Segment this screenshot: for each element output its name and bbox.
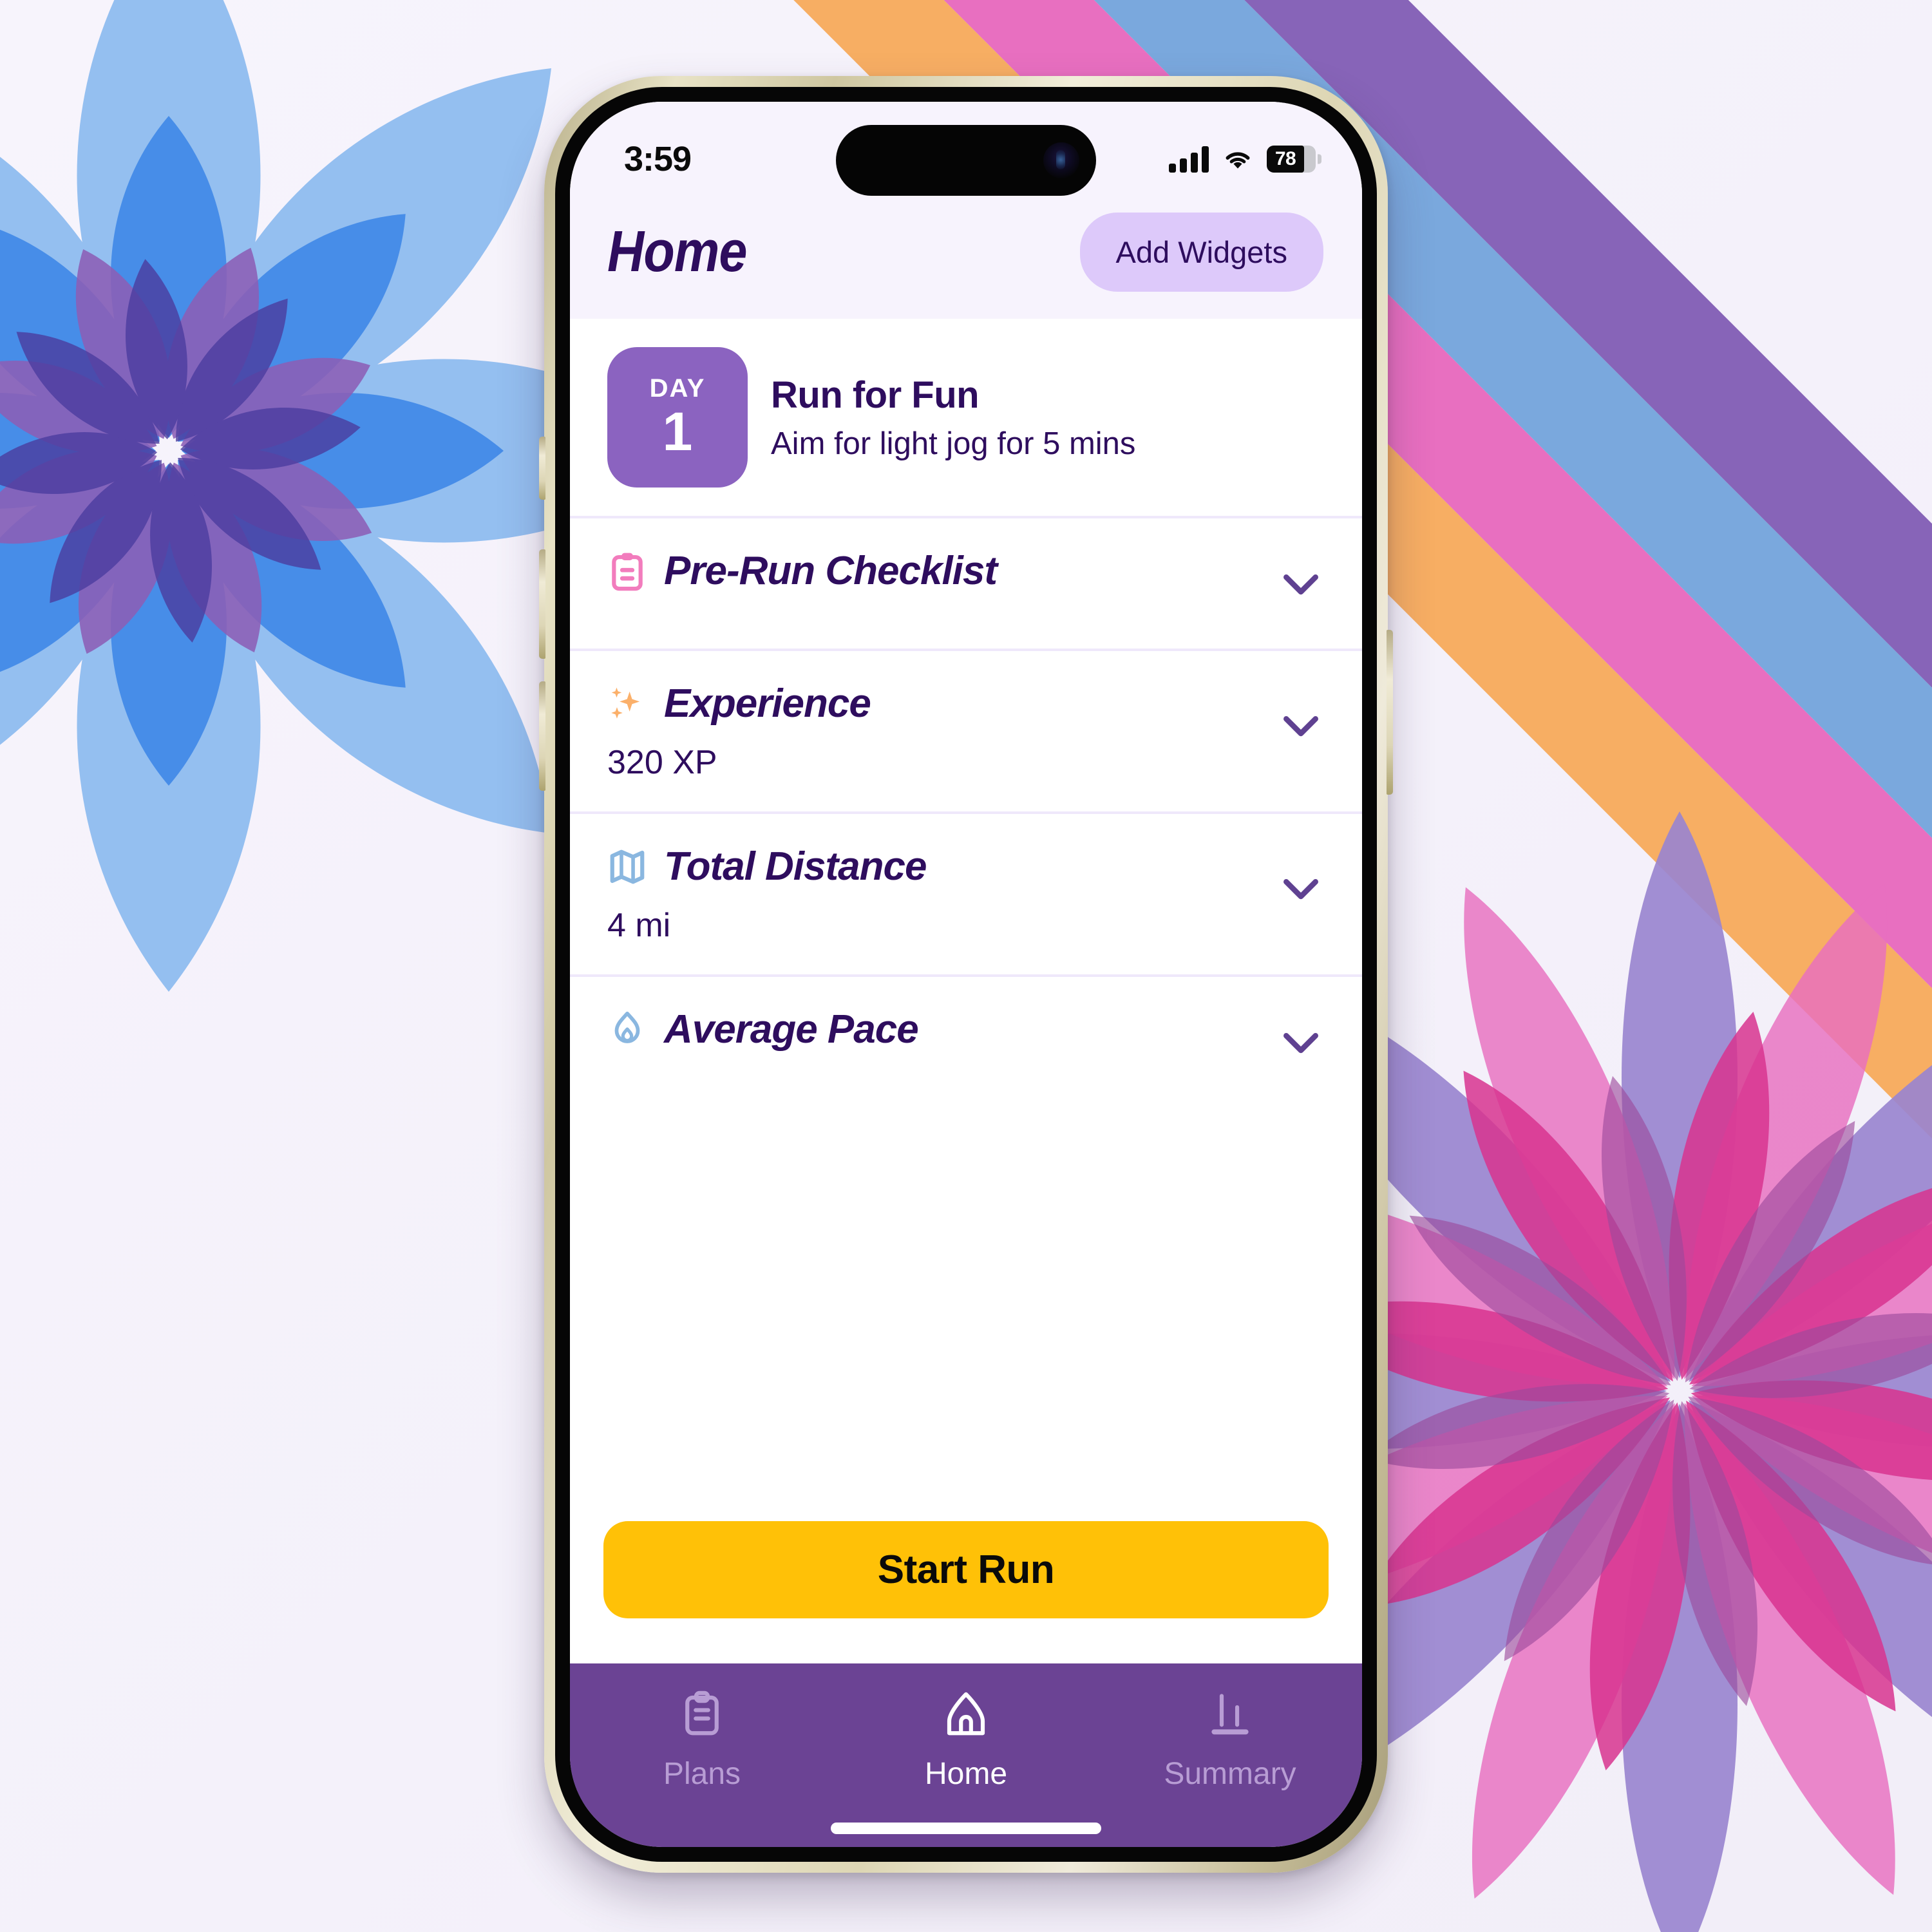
day-badge-number: 1 — [662, 401, 693, 462]
day-plan-title: Run for Fun — [771, 374, 980, 416]
signal-bars-icon — [1169, 146, 1209, 173]
tab-home[interactable]: Home — [834, 1689, 1098, 1792]
section-average-pace[interactable]: Average Pace — [570, 977, 1362, 1107]
house-icon — [947, 1692, 985, 1736]
status-bar: 3:59 78 — [570, 102, 1362, 197]
silent-switch[interactable] — [539, 437, 545, 500]
clipboard-icon — [685, 1690, 719, 1736]
day-badge-label: DAY — [649, 374, 706, 403]
section-pre-run-checklist[interactable]: Pre-Run Checklist — [570, 518, 1362, 649]
chevron-down-icon[interactable] — [1276, 700, 1326, 750]
chevron-down-icon[interactable] — [1276, 1017, 1326, 1067]
phone-mockup: 3:59 78 Home Add Widgets DAY 1 Run for F… — [539, 76, 1393, 1873]
start-run-button[interactable]: Start Run — [603, 1521, 1329, 1618]
flame-icon — [614, 1011, 640, 1043]
section-header: Average Pace — [607, 1007, 1325, 1052]
tab-label: Summary — [1164, 1757, 1296, 1791]
tab-label: Home — [924, 1757, 1008, 1791]
sparkles-icon — [611, 687, 640, 719]
section-value: 4 mi — [607, 907, 671, 944]
start-run-container: Start Run — [570, 1521, 1362, 1618]
section-experience[interactable]: Experience 320 XP — [570, 651, 1362, 811]
section-total-distance[interactable]: Total Distance 4 mi — [570, 814, 1362, 974]
status-indicators: 78 — [1169, 146, 1316, 173]
section-header: Experience — [607, 681, 1325, 726]
volume-up-button[interactable] — [539, 549, 545, 659]
section-title: Pre-Run Checklist — [664, 549, 998, 593]
section-value: 320 XP — [607, 744, 717, 781]
chevron-down-icon[interactable] — [1276, 863, 1326, 913]
battery-percent: 78 — [1274, 148, 1296, 169]
tab-summary[interactable]: Summary — [1098, 1689, 1362, 1792]
page-title: Home — [607, 220, 747, 284]
dynamic-island — [836, 125, 1096, 196]
tab-plans[interactable]: Plans — [570, 1689, 834, 1792]
tab-label: Plans — [663, 1757, 741, 1791]
home-content: DAY 1 Run for Fun Aim for light jog for … — [570, 319, 1362, 1663]
chevron-down-icon[interactable] — [1276, 558, 1326, 609]
volume-down-button[interactable] — [539, 681, 545, 791]
section-title: Experience — [664, 681, 871, 726]
front-camera-icon — [1043, 142, 1079, 178]
tab-bar: Plans Home Summary — [570, 1663, 1362, 1806]
clipboard-icon — [612, 553, 643, 591]
day-plan-subtitle: Aim for light jog for 5 mins — [771, 426, 1136, 461]
home-indicator[interactable] — [831, 1823, 1101, 1834]
battery-icon: 78 — [1267, 146, 1316, 173]
section-header: Total Distance — [607, 844, 1325, 889]
map-icon — [610, 849, 645, 884]
day-badge: DAY 1 — [607, 347, 748, 488]
app-header: Home Add Widgets — [570, 197, 1362, 319]
bar-chart-icon — [1211, 1694, 1249, 1735]
add-widgets-button[interactable]: Add Widgets — [1079, 213, 1323, 292]
wifi-icon — [1226, 152, 1250, 169]
section-title: Average Pace — [664, 1007, 919, 1052]
section-header: Pre-Run Checklist — [607, 548, 1325, 594]
tab-bar-container: Plans Home Summary — [570, 1663, 1362, 1847]
power-button[interactable] — [1387, 630, 1393, 795]
status-time: 3:59 — [624, 140, 692, 178]
day-plan-card[interactable]: DAY 1 Run for Fun Aim for light jog for … — [570, 319, 1362, 516]
section-title: Total Distance — [664, 844, 927, 889]
phone-screen: 3:59 78 Home Add Widgets DAY 1 Run for F… — [570, 102, 1362, 1847]
day-plan-text: Run for Fun Aim for light jog for 5 mins — [771, 374, 1135, 462]
